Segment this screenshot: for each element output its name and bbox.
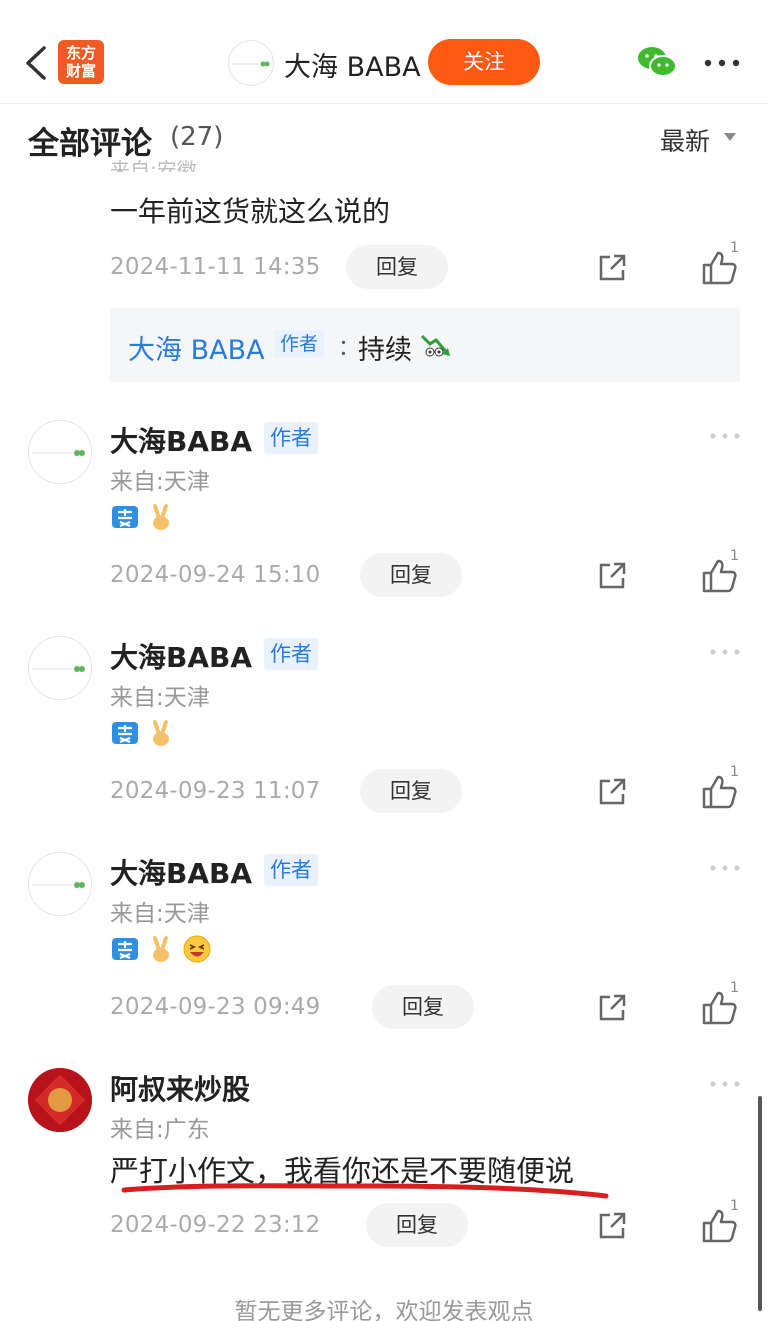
back-arrow-icon[interactable] xyxy=(22,44,52,82)
avatar[interactable] xyxy=(28,420,92,484)
eastmoney-logo: 东方 财富 xyxy=(58,40,104,84)
scrollbar[interactable] xyxy=(758,1096,762,1311)
red-underline-annotation xyxy=(121,1183,609,1199)
no-more-comments-tip: 暂无更多评论，欢迎发表观点 xyxy=(234,1299,534,1321)
like-count: 1 xyxy=(730,764,739,780)
author-badge: 作者 xyxy=(264,638,318,670)
comment-source: 来自:广东 xyxy=(110,1117,210,1143)
sub-reply-author[interactable]: 大海 BABA xyxy=(128,328,265,367)
avatar-clover-image xyxy=(33,450,85,456)
comment-source: 来自:天津 xyxy=(110,469,210,495)
comment-source: 来自:安徽 xyxy=(110,158,197,172)
wechat-share-icon[interactable] xyxy=(636,44,678,80)
emoji-row xyxy=(110,502,176,534)
share-icon[interactable] xyxy=(596,560,628,592)
comment-time: 2024-09-22 23:12 xyxy=(110,1212,321,1238)
share-icon[interactable] xyxy=(596,252,628,284)
comment-more-icon[interactable] xyxy=(710,648,740,656)
fortune-avatar-image xyxy=(28,1068,92,1132)
laughing-face-emoji xyxy=(183,935,211,963)
share-icon[interactable] xyxy=(596,1210,628,1242)
comment-time: 2024-09-23 09:49 xyxy=(110,994,321,1020)
sub-reply-text: 持续 xyxy=(358,335,412,366)
victory-hand-emoji xyxy=(153,720,169,746)
author-badge: 作者 xyxy=(274,330,325,358)
like-count: 1 xyxy=(730,240,739,256)
comment-time: 2024-09-24 15:10 xyxy=(110,562,321,588)
comment-author[interactable]: 大海BABA xyxy=(110,852,252,892)
comment-more-icon[interactable] xyxy=(710,1080,740,1088)
comment-author[interactable]: 阿叔来炒股 xyxy=(110,1068,250,1108)
comment-more-icon[interactable] xyxy=(710,432,740,440)
falling-chart-emoji xyxy=(420,334,450,357)
emoji-row xyxy=(110,718,176,750)
comment-source: 来自:天津 xyxy=(110,685,210,711)
caret-down-icon[interactable] xyxy=(724,133,736,141)
avatar-clover-image xyxy=(233,61,270,67)
sort-dropdown[interactable]: 最新 xyxy=(660,122,710,158)
sub-reply-box[interactable]: 大海 BABA 作者 ： 持续 xyxy=(110,308,740,382)
avatar[interactable] xyxy=(28,852,92,916)
avatar[interactable] xyxy=(28,636,92,700)
reply-button[interactable]: 回复 xyxy=(360,553,462,597)
sell-emoji xyxy=(112,506,138,528)
follow-button[interactable]: 关注 xyxy=(428,39,540,85)
author-badge: 作者 xyxy=(264,422,318,454)
comment-time: 2024-09-23 11:07 xyxy=(110,778,321,804)
comment-author[interactable]: 大海BABA xyxy=(110,420,252,460)
comments-count: (27) xyxy=(170,122,224,152)
sub-reply-colon: ： xyxy=(338,336,361,361)
reply-button[interactable]: 回复 xyxy=(372,985,474,1029)
avatar-clover-image xyxy=(33,666,85,672)
comment-more-icon[interactable] xyxy=(710,864,740,872)
comment-source: 来自:天津 xyxy=(110,901,210,927)
share-icon[interactable] xyxy=(596,776,628,808)
like-count: 1 xyxy=(730,980,739,996)
share-icon[interactable] xyxy=(596,992,628,1024)
avatar-clover-image xyxy=(33,882,85,888)
reply-button[interactable]: 回复 xyxy=(360,769,462,813)
comment-text: 一年前这货就这么说的 xyxy=(110,195,391,228)
more-options-icon[interactable] xyxy=(704,58,740,68)
comment-author[interactable]: 大海BABA xyxy=(110,636,252,676)
comment-time: 2024-11-11 14:35 xyxy=(110,254,321,280)
author-avatar[interactable] xyxy=(228,40,274,86)
sell-emoji xyxy=(112,938,138,960)
emoji-row xyxy=(110,934,212,966)
nav-author-name[interactable]: 大海 BABA xyxy=(284,45,421,84)
victory-hand-emoji xyxy=(153,936,169,962)
like-count: 1 xyxy=(730,548,739,564)
top-nav-bar: 东方 财富 大海 BABA 关注 xyxy=(0,0,768,104)
victory-hand-emoji xyxy=(153,504,169,530)
avatar[interactable] xyxy=(28,1068,92,1132)
sell-emoji xyxy=(112,722,138,744)
author-badge: 作者 xyxy=(264,854,318,886)
reply-button[interactable]: 回复 xyxy=(346,245,448,289)
like-count: 1 xyxy=(730,1198,739,1214)
reply-button[interactable]: 回复 xyxy=(366,1203,468,1247)
